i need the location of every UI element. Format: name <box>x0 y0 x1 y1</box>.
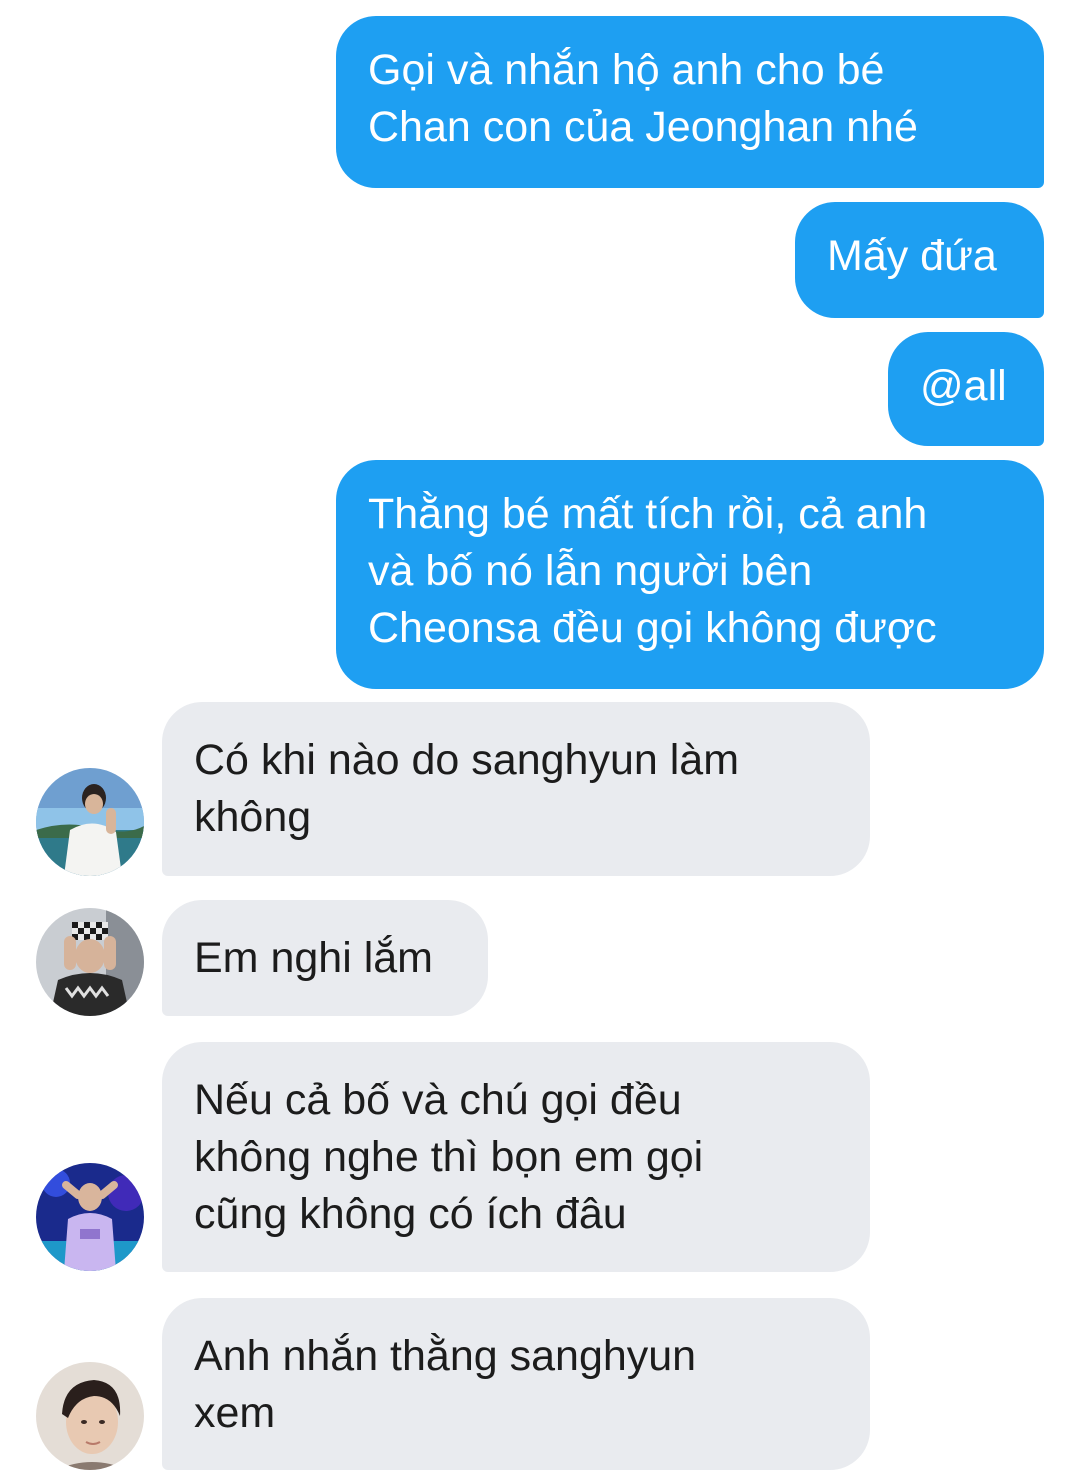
outgoing-message[interactable]: Gọi và nhắn hộ anh cho bé Chan con của J… <box>336 16 1044 188</box>
avatar-photo-stage-blue[interactable] <box>36 1163 144 1271</box>
incoming-message[interactable]: Anh nhắn thằng sanghyun xem <box>162 1298 870 1470</box>
incoming-message[interactable]: Em nghi lắm <box>162 900 488 1016</box>
incoming-message[interactable]: Nếu cả bố và chú gọi đều không nghe thì … <box>162 1042 870 1272</box>
outgoing-message[interactable]: @all <box>888 332 1044 446</box>
avatar-photo-portrait[interactable] <box>36 1362 144 1470</box>
avatar-photo-checkered-hat[interactable] <box>36 908 144 1016</box>
outgoing-message[interactable]: Thằng bé mất tích rồi, cả anh và bố nó l… <box>336 460 1044 689</box>
chat-thread: Gọi và nhắn hộ anh cho bé Chan con của J… <box>0 0 1080 1480</box>
outgoing-message[interactable]: Mấy đứa <box>795 202 1044 318</box>
avatar-photo-seaside[interactable] <box>36 768 144 876</box>
incoming-message[interactable]: Có khi nào do sanghyun làm không <box>162 702 870 876</box>
